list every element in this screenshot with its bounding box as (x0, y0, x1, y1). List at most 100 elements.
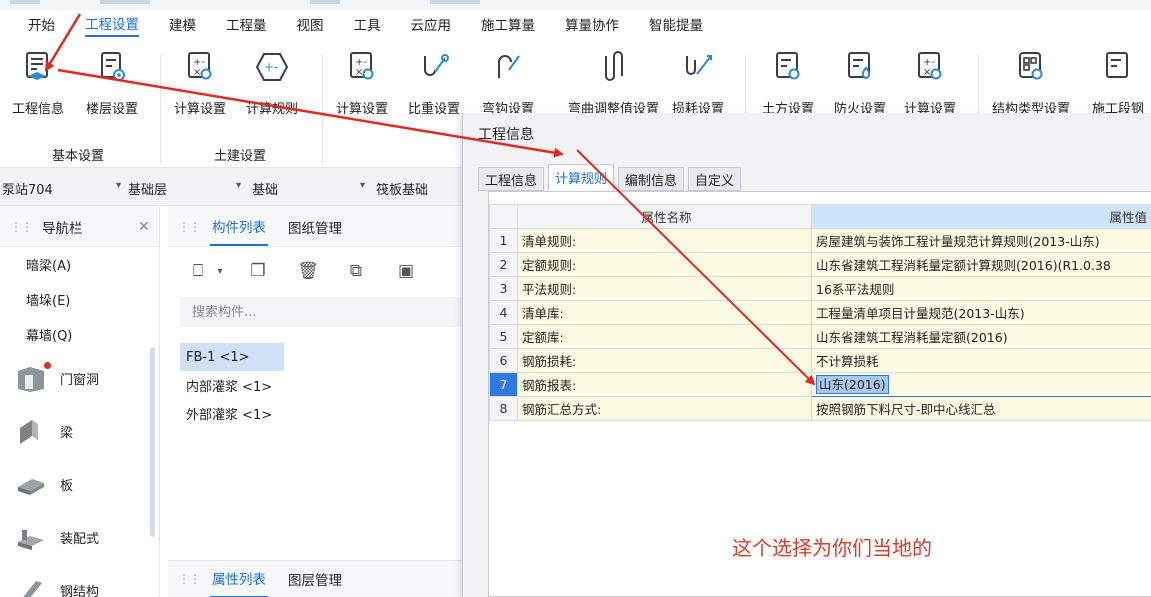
menu-start[interactable]: 开始 (28, 14, 55, 36)
nav-item-hidden-beam[interactable]: 暗梁(A) (0, 247, 159, 282)
row-number: 1 (489, 228, 518, 253)
new-component-icon[interactable]: ⎕ (186, 259, 210, 283)
property-value[interactable]: 16系平法规则 (811, 276, 1151, 301)
component-list: FB-1 <1> 内部灌浆 <1> 外部灌浆 <1> (180, 343, 470, 427)
nav-item-steel-structure[interactable]: 钢结构 (0, 564, 159, 597)
menu-cloud[interactable]: 云应用 (411, 14, 452, 36)
tab-component-list[interactable]: 构件列表 (210, 208, 268, 246)
tab-layer-management[interactable]: 图层管理 (286, 561, 344, 597)
tab-custom[interactable]: 自定义 (688, 167, 742, 191)
property-name: 定额规则: (517, 252, 812, 277)
menu-quantity[interactable]: 工程量 (226, 14, 267, 36)
rebar-report-select[interactable]: 山东(2016) (811, 372, 1151, 397)
rebar-calc-settings-button[interactable]: +- × 计算设置 (336, 48, 388, 120)
menu-view[interactable]: 视图 (297, 14, 324, 36)
nav-item-beam[interactable]: 梁 (0, 405, 159, 458)
type-selector[interactable]: 筏板基础 (376, 179, 428, 198)
close-icon[interactable]: ✕ (138, 219, 150, 235)
nav-header: ⋮⋮ 导航栏 ✕ (0, 207, 159, 247)
duplicate-icon[interactable]: ⧉ (344, 259, 368, 283)
nav-item-pilaster[interactable]: 墙垛(E) (0, 282, 159, 317)
property-value[interactable]: 工程量清单项目计量规范(2013-山东) (811, 300, 1151, 325)
hook-settings-button[interactable]: 弯钩设置 (482, 48, 534, 120)
chevron-down-icon[interactable]: ▾ (208, 259, 232, 283)
scrollbar[interactable] (150, 347, 155, 537)
property-value[interactable]: 山东省建筑工程消耗量定额(2016) (811, 324, 1151, 349)
menu-project-settings[interactable]: 工程设置 (85, 13, 139, 37)
civil-calc-settings-button[interactable]: +- × 计算设置 (174, 48, 226, 120)
chevron-down-icon[interactable]: ▾ (236, 180, 241, 191)
row-number: 6 (489, 348, 518, 373)
project-info-button[interactable]: 工程信息 (12, 48, 64, 120)
earthwork-settings-button[interactable]: 土方设置 (762, 48, 814, 120)
property-value[interactable]: 房屋建筑与装饰工程计量规范计算规则(2013-山东) (811, 228, 1151, 253)
list-item[interactable]: FB-1 <1> (180, 343, 284, 371)
tab-project-info[interactable]: 工程信息 (478, 167, 545, 191)
menu-modeling[interactable]: 建模 (169, 14, 196, 36)
table-row[interactable]: 4 清单库: 工程量清单项目计量规范(2013-山东) (489, 300, 1151, 325)
list-item[interactable]: 外部灌浆 <1> (180, 399, 470, 427)
tab-compile-info[interactable]: 编制信息 (618, 167, 685, 191)
project-info-label: 工程信息 (12, 102, 65, 117)
chevron-down-icon[interactable]: ▾ (116, 180, 121, 191)
search-input[interactable] (180, 297, 470, 327)
property-name: 钢筋报表: (517, 372, 812, 397)
selected-value[interactable]: 山东(2016) (816, 375, 889, 394)
table-row-selected[interactable]: 7 钢筋报表: 山东(2016) (489, 372, 1151, 397)
delete-icon[interactable]: 🗑 (296, 259, 320, 283)
table-row[interactable]: 3 平法规则: 16系平法规则 (489, 276, 1151, 301)
component-panel: ⋮⋮ 构件列表 图纸管理 ⎕ ▾ ❐ 🗑 ⧉ ▣ FB-1 <1> 内部灌浆 <… (168, 207, 470, 597)
property-value[interactable]: 按照钢筋下料尺寸-即中心线汇总 (811, 396, 1151, 421)
table-row[interactable]: 2 定额规则: 山东省建筑工程消耗量定额计算规则(2016)(R1.0.38 (489, 252, 1151, 277)
project-selector[interactable]: 泵站704 (2, 179, 53, 198)
table-row[interactable]: 1 清单规则: 房屋建筑与装饰工程计量规范计算规则(2013-山东) (489, 228, 1151, 253)
header-value: 属性值 (811, 204, 1151, 229)
loss-settings-button[interactable]: 损耗设置 (672, 48, 724, 120)
calc-settings-icon: +- × (345, 50, 379, 84)
floor-settings-icon (95, 50, 129, 84)
row-number: 8 (489, 396, 518, 421)
other-calc-settings-button[interactable]: +- × 计算设置 (904, 48, 956, 120)
nav-item-prefab[interactable]: 装配式 (0, 511, 159, 564)
drag-handle-icon[interactable]: ⋮⋮ (178, 572, 201, 586)
floor-selector[interactable]: 基础层 (128, 179, 167, 198)
property-value[interactable]: 山东省建筑工程消耗量定额计算规则(2016)(R1.0.38 (811, 252, 1151, 277)
table-row[interactable]: 8 钢筋汇总方式: 按照钢筋下料尺寸-即中心线汇总 (489, 396, 1151, 421)
rebar-calc-settings-label: 计算设置 (336, 102, 389, 117)
menu-construction[interactable]: 施工算量 (481, 14, 535, 36)
structure-type-button[interactable]: 结构类型设置 (992, 48, 1070, 120)
chevron-down-icon[interactable]: ▾ (360, 180, 365, 191)
property-value[interactable]: 不计算损耗 (811, 348, 1151, 373)
category-selector[interactable]: 基础 (252, 179, 278, 198)
nav-item-label: 装配式 (60, 532, 100, 547)
table-row[interactable]: 6 钢筋损耗: 不计算损耗 (489, 348, 1151, 373)
fire-settings-icon (843, 50, 877, 84)
beam-icon (20, 419, 38, 444)
menu-collab[interactable]: 算量协作 (565, 14, 619, 36)
floor-settings-label: 楼层设置 (86, 102, 139, 117)
menu-smart[interactable]: 智能提量 (649, 14, 703, 36)
nav-item-door-window[interactable]: 门窗洞 (0, 352, 159, 405)
svg-text:×: × (355, 67, 363, 78)
nav-item-slab[interactable]: 板 (0, 458, 159, 511)
floor-copy-icon[interactable]: ▣ (394, 259, 418, 283)
density-settings-button[interactable]: 比重设置 (408, 48, 460, 120)
tab-drawing-management[interactable]: 图纸管理 (286, 209, 344, 245)
title-bar-strip (0, 0, 1151, 10)
bend-adjust-button[interactable]: 弯曲调整值设置 (568, 48, 659, 120)
copy-icon[interactable]: ❐ (246, 259, 270, 283)
menu-tools[interactable]: 工具 (354, 14, 381, 36)
drag-handle-icon[interactable]: ⋮⋮ (178, 220, 201, 234)
nav-item-curtain-wall[interactable]: 幕墙(Q) (0, 317, 159, 352)
floor-settings-button[interactable]: 楼层设置 (86, 48, 138, 120)
list-item[interactable]: 内部灌浆 <1> (180, 371, 470, 399)
drag-handle-icon[interactable]: ⋮⋮ (10, 220, 33, 234)
component-tabs: ⋮⋮ 构件列表 图纸管理 (168, 207, 468, 247)
construction-stage-button[interactable]: 施工段钢 (1092, 48, 1144, 120)
table-row[interactable]: 5 定额库: 山东省建筑工程消耗量定额(2016) (489, 324, 1151, 349)
fire-settings-button[interactable]: 防火设置 (834, 48, 886, 120)
tab-calc-rules[interactable]: 计算规则 (548, 164, 615, 191)
calc-rules-button[interactable]: +- 计算规则 (246, 48, 298, 120)
tab-property-list[interactable]: 属性列表 (210, 560, 268, 597)
project-info-dialog: 工程信息 工程信息 计算规则 编制信息 自定义 属性名称 属性值 1 清单规则:… (462, 113, 1151, 597)
